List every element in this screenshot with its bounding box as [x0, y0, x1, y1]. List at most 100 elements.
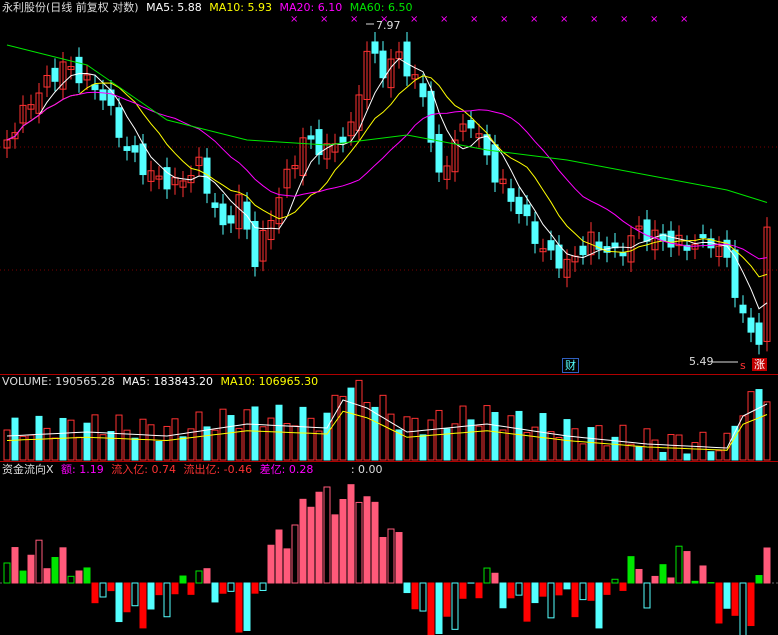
money-flow-panel[interactable]: 资金流向X 额: 1.19 流入亿: 0.74 流出亿: -0.46 差亿: 0…	[0, 462, 778, 635]
candle-body	[427, 90, 435, 143]
flow-bar	[275, 529, 283, 584]
volume-bar	[131, 437, 139, 461]
event-mark: ×	[440, 14, 448, 25]
flow-bar	[171, 582, 179, 595]
candle-body	[371, 41, 379, 54]
flow-bar	[699, 565, 707, 584]
event-mark: ×	[470, 14, 478, 25]
volume-bar	[651, 439, 659, 461]
volume-ma5-line	[6, 399, 768, 449]
volume-bar	[603, 445, 611, 461]
flow-bar	[483, 567, 491, 584]
event-mark: ×	[320, 14, 328, 25]
flow-bar	[139, 582, 147, 629]
flow-bar	[347, 484, 355, 584]
candle-body	[107, 89, 115, 106]
volume-bar	[59, 417, 67, 461]
candle-body	[755, 322, 763, 345]
flow-bar	[627, 556, 635, 584]
volume-bar	[291, 425, 299, 461]
candle-body	[315, 129, 323, 156]
flow-bar	[475, 582, 483, 599]
candle-body	[307, 135, 315, 140]
flow-bar	[11, 547, 19, 584]
price-chart-panel[interactable]: 永利股份(日线 前复权 对数) MA5: 5.88 MA10: 5.93 MA2…	[0, 0, 778, 375]
flow-bar	[299, 498, 307, 584]
flow-bar	[123, 582, 131, 613]
candle-body	[555, 244, 563, 269]
flow-bar	[387, 528, 395, 584]
flow-bar	[259, 582, 267, 591]
volume-bar	[99, 434, 107, 461]
finance-badge[interactable]: 财	[562, 358, 579, 373]
flow-bar	[163, 582, 171, 618]
candle-body	[523, 204, 531, 217]
volume-bar	[483, 405, 491, 461]
volume-bar	[275, 404, 283, 461]
flow-bar	[235, 582, 243, 633]
volume-bar	[451, 423, 459, 461]
flow-bar	[3, 562, 11, 584]
flow-bar	[731, 582, 739, 616]
volume-bar	[627, 443, 635, 461]
volume-bar	[187, 428, 195, 461]
volume-bar	[107, 431, 115, 461]
flow-bar	[363, 496, 371, 584]
event-mark: ×	[650, 14, 658, 25]
volume-bar	[299, 406, 307, 461]
volume-bar	[51, 437, 59, 461]
volume-bar	[315, 430, 323, 461]
flow-bar	[491, 572, 499, 584]
volume-bar	[371, 406, 379, 461]
volume-bar	[403, 416, 411, 461]
flow-bar	[115, 582, 123, 623]
period-label: (日线 前复权 对数)	[46, 1, 139, 14]
candle-body	[99, 89, 107, 101]
flow-bar	[339, 499, 347, 584]
flow-bar	[59, 547, 67, 584]
volume-panel[interactable]: VOLUME: 190565.28 MA5: 183843.20 MA10: 1…	[0, 374, 778, 462]
volume-bar	[547, 431, 555, 461]
flow-bar	[739, 582, 747, 635]
flow-bar	[43, 568, 51, 584]
volume-bar	[667, 434, 675, 461]
flow-bar	[571, 582, 579, 618]
event-mark: ×	[620, 14, 628, 25]
flow-bar	[203, 568, 211, 584]
flow-amount-label: 额: 1.19	[61, 463, 104, 476]
volume-header: VOLUME: 190565.28 MA5: 183843.20 MA10: 1…	[2, 375, 322, 388]
candle-body	[115, 107, 123, 138]
flow-bar	[523, 582, 531, 622]
volume-bar	[587, 427, 595, 461]
volume-bar	[523, 431, 531, 461]
candle-body	[91, 84, 99, 91]
volume-bar	[355, 379, 363, 461]
flow-bar	[315, 491, 323, 584]
volume-bar	[555, 436, 563, 461]
flow-bar	[451, 582, 459, 630]
limit-up-badge[interactable]: 涨	[752, 358, 767, 371]
flow-bar	[643, 582, 651, 609]
flow-bar	[747, 582, 755, 627]
flow-bar	[651, 575, 659, 584]
flow-bar	[155, 582, 163, 596]
volume-bar	[219, 408, 227, 461]
volume-bar	[67, 419, 75, 461]
flow-bar	[555, 582, 563, 596]
candle-body	[507, 188, 515, 202]
flow-bar	[99, 582, 107, 598]
event-mark: ×	[500, 14, 508, 25]
flow-header: 资金流向X 额: 1.19 流入亿: 0.74 流出亿: -0.46 差亿: 0…	[2, 463, 387, 476]
flow-bar	[179, 575, 187, 584]
price-plot[interactable]: × × × × × × × × × × × × × ×	[0, 0, 778, 374]
low-price-marker: 5.49	[689, 355, 714, 368]
s-badge[interactable]: s	[738, 359, 748, 372]
candle-body	[739, 304, 747, 314]
candle-body	[123, 146, 131, 151]
event-mark: ×	[590, 14, 598, 25]
flow-plot[interactable]	[0, 462, 778, 635]
volume-bar	[539, 413, 547, 461]
volume-bar	[83, 422, 91, 461]
flow-bar	[227, 582, 235, 592]
volume-bar	[203, 426, 211, 461]
